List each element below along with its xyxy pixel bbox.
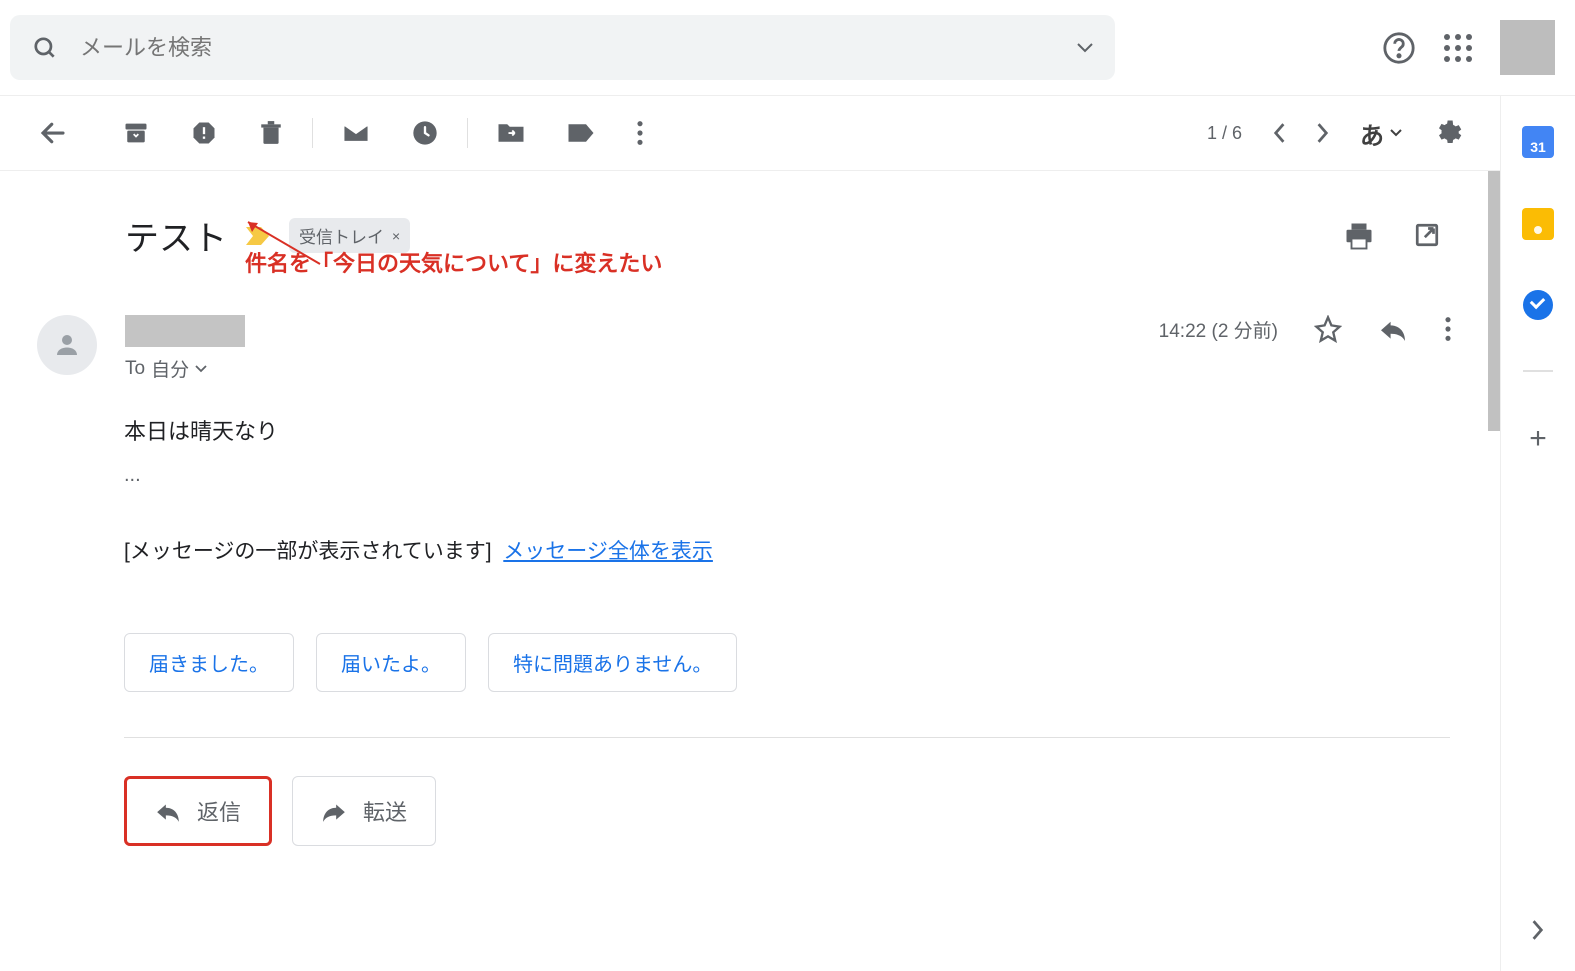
recipient-dropdown-icon[interactable] — [195, 365, 207, 373]
add-addon-icon[interactable]: + — [1529, 422, 1547, 456]
delete-icon[interactable] — [258, 119, 284, 147]
spam-icon[interactable] — [190, 119, 218, 147]
next-message-icon[interactable] — [1316, 122, 1330, 144]
annotation: 件名を「今日の天気について」に変えたい — [245, 246, 662, 278]
smart-reply-2[interactable]: 届いたよ。 — [316, 633, 466, 692]
message-time: 14:22 (2 分前) — [1159, 316, 1278, 343]
smart-reply-1[interactable]: 届きました。 — [124, 633, 294, 692]
keep-app-icon[interactable] — [1522, 208, 1554, 240]
recipient-line[interactable]: To 自分 — [125, 355, 245, 382]
expand-sidepanel-icon[interactable] — [1531, 919, 1545, 941]
sender-row: To 自分 14:22 (2 分前) — [37, 315, 1470, 382]
search-icon — [32, 35, 58, 61]
side-panel: 31 + — [1500, 96, 1575, 971]
more-icon[interactable] — [636, 119, 644, 147]
smart-replies: 届きました。 届いたよ。 特に問題ありません。 — [124, 633, 1470, 692]
remove-label-icon[interactable]: × — [392, 228, 400, 244]
message-meta: 14:22 (2 分前) — [1159, 315, 1470, 343]
back-icon[interactable] — [38, 118, 68, 148]
calendar-app-icon[interactable]: 31 — [1522, 126, 1554, 158]
body-text: 本日は晴天なり — [124, 414, 1470, 446]
search-options-dropdown-icon[interactable] — [1077, 43, 1093, 53]
label-icon[interactable] — [566, 121, 596, 145]
prev-message-icon[interactable] — [1272, 122, 1286, 144]
open-new-window-icon[interactable] — [1414, 222, 1440, 250]
search-box[interactable] — [10, 15, 1115, 80]
forward-arrow-icon — [321, 800, 347, 822]
move-to-icon[interactable] — [496, 120, 526, 146]
message-content: テスト 受信トレイ × — [0, 171, 1500, 971]
message-body: 本日は晴天なり ... [メッセージの一部が表示されています] メッセージ全体を… — [124, 414, 1470, 565]
more-actions-icon[interactable] — [1444, 315, 1452, 343]
archive-icon[interactable] — [122, 119, 150, 147]
email-view: 1 / 6 あ — [0, 96, 1500, 971]
search-input[interactable] — [80, 35, 1077, 61]
annotation-arrow-icon — [240, 214, 330, 274]
clipped-message: [メッセージの一部が表示されています] メッセージ全体を表示 — [124, 535, 1470, 565]
sender-avatar[interactable] — [37, 315, 97, 375]
body-ellipsis[interactable]: ... — [124, 464, 1470, 487]
sender-name-redacted — [125, 315, 245, 347]
input-language-toggle[interactable]: あ — [1360, 116, 1402, 151]
view-entire-message-link[interactable]: メッセージ全体を表示 — [503, 540, 713, 563]
apps-grid-icon[interactable] — [1444, 34, 1472, 62]
header — [0, 0, 1575, 95]
action-buttons: 返信 転送 — [124, 776, 1470, 846]
divider — [124, 737, 1450, 738]
help-icon[interactable] — [1382, 31, 1416, 65]
snooze-icon[interactable] — [411, 119, 439, 147]
header-actions — [1382, 20, 1565, 75]
message-toolbar: 1 / 6 あ — [0, 96, 1500, 171]
reply-arrow-icon — [155, 800, 181, 822]
reply-button[interactable]: 返信 — [124, 776, 272, 846]
message-count: 1 / 6 — [1207, 123, 1242, 144]
tasks-app-icon[interactable] — [1523, 290, 1553, 320]
smart-reply-3[interactable]: 特に問題ありません。 — [488, 633, 737, 692]
sidepanel-divider — [1523, 370, 1553, 372]
mark-unread-icon[interactable] — [341, 120, 371, 146]
subject-text: テスト — [125, 211, 227, 260]
scrollbar-thumb[interactable] — [1488, 171, 1500, 431]
profile-avatar[interactable] — [1500, 20, 1555, 75]
forward-button[interactable]: 転送 — [292, 776, 436, 846]
star-icon[interactable] — [1314, 315, 1342, 343]
settings-icon[interactable] — [1432, 118, 1462, 148]
reply-icon[interactable] — [1378, 317, 1408, 341]
print-icon[interactable] — [1344, 222, 1374, 250]
